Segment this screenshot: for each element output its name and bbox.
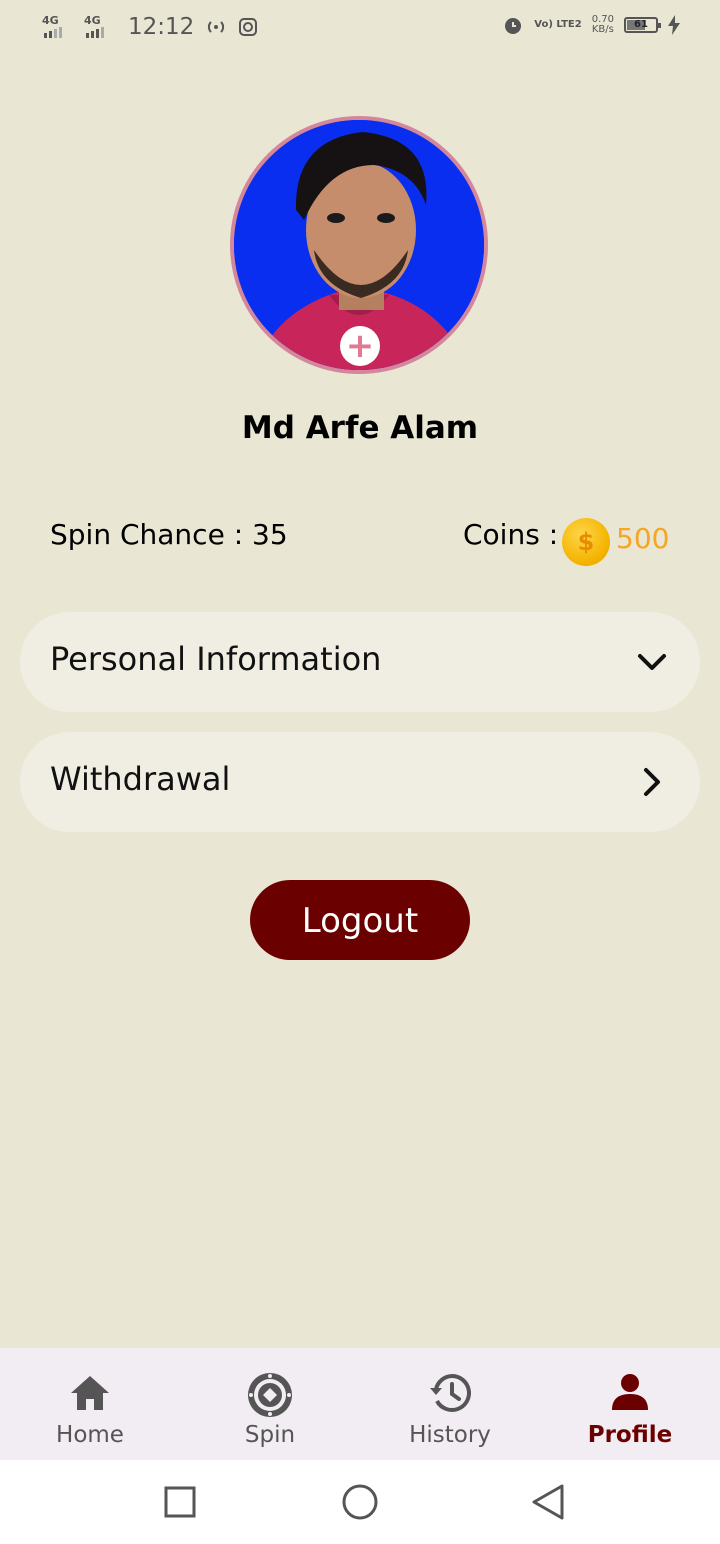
charging-icon	[668, 15, 680, 35]
personal-information-label: Personal Information	[50, 640, 382, 678]
coins-value: 500	[616, 522, 670, 555]
user-name: Md Arfe Alam	[241, 410, 479, 446]
nav-spin-label: Spin	[244, 1422, 296, 1448]
profile-icon	[612, 1374, 648, 1410]
bottom-nav: Home Spin History Profile	[0, 1348, 720, 1460]
alarm-icon	[505, 18, 522, 34]
hotspot-icon	[208, 21, 225, 33]
signal-icon: 4G	[84, 14, 116, 40]
back-icon[interactable]	[528, 1482, 568, 1522]
coin-icon: $	[562, 518, 610, 566]
network-speed: 0.70 KB/s	[591, 14, 614, 35]
spin-wheel-icon	[248, 1373, 292, 1417]
status-bar: 4G 4G 12:12 Vo) LTE2 0.70 KB/s 61	[0, 0, 720, 56]
nav-home-label: Home	[56, 1422, 124, 1448]
nav-profile[interactable]: Profile	[540, 1348, 720, 1460]
spin-chance: Spin Chance : 35	[50, 518, 288, 551]
chevron-down-icon	[638, 654, 666, 670]
chevron-right-icon	[644, 768, 660, 796]
nav-spin[interactable]: Spin	[180, 1348, 360, 1460]
clock: 12:12	[128, 14, 195, 40]
home-button-icon[interactable]	[340, 1482, 380, 1522]
recents-icon[interactable]	[162, 1482, 198, 1522]
personal-information-row[interactable]: Personal Information	[20, 612, 700, 712]
volte-indicator: Vo) LTE2	[534, 19, 582, 30]
add-photo-icon[interactable]: +	[340, 326, 380, 366]
coins-label: Coins :	[463, 518, 559, 551]
nav-history[interactable]: History	[360, 1348, 540, 1460]
system-nav-bar	[0, 1460, 720, 1544]
instagram-icon	[239, 18, 258, 36]
withdrawal-label: Withdrawal	[50, 760, 231, 798]
history-icon	[430, 1374, 471, 1412]
nav-history-label: History	[409, 1422, 491, 1448]
battery-icon: 61	[624, 17, 661, 33]
logout-button[interactable]: Logout	[250, 880, 470, 960]
signal-icon: 4G	[42, 14, 74, 40]
withdrawal-row[interactable]: Withdrawal	[20, 732, 700, 832]
home-icon	[71, 1376, 109, 1410]
nav-home[interactable]: Home	[0, 1348, 180, 1460]
nav-profile-label: Profile	[587, 1422, 673, 1448]
